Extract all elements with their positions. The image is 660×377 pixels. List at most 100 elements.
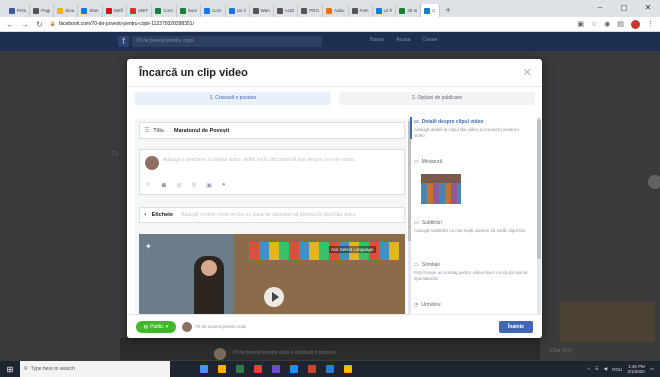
feeling-icon[interactable]: ◎: [177, 182, 182, 189]
taskbar-app-icon[interactable]: [236, 365, 244, 373]
taskbar-app-icon[interactable]: [326, 365, 334, 373]
browser-tab-bar: Prim Pagi Sinu Stan Netfl UNIT Com Sum Com Un li W…: [0, 0, 660, 17]
taskbar-app-icon[interactable]: [344, 365, 352, 373]
location-pin-icon[interactable]: ⚲: [192, 182, 196, 189]
back-arrow-icon[interactable]: ←: [6, 20, 14, 29]
taskbar-app-icon[interactable]: [254, 365, 262, 373]
visibility-dropdown[interactable]: ◍ Public ▾: [136, 321, 176, 333]
more-icon[interactable]: ●: [222, 182, 226, 189]
tags-placeholder: Adaugă cuvinte cheie pentru a-i ajuta pe…: [181, 212, 356, 218]
window-controls: – ◻ ✕: [588, 0, 660, 17]
section-thumbnail[interactable]: ▭ Miniatură: [414, 159, 529, 165]
taskbar-search-input[interactable]: ⚲ Type here to search: [20, 361, 170, 377]
network-icon[interactable]: ☰: [595, 366, 599, 372]
next-button[interactable]: Înainte: [499, 321, 533, 333]
browser-tab[interactable]: Sinu: [54, 4, 79, 17]
tags-field[interactable]: ◐ Etichete Adaugă cuvinte cheie pentru a…: [139, 207, 405, 223]
floating-action-button[interactable]: [648, 175, 660, 189]
extension-icon[interactable]: ◉: [604, 20, 610, 28]
windows-start-icon[interactable]: ⊞: [0, 365, 20, 374]
new-tab-button[interactable]: +: [440, 4, 457, 17]
browser-tab[interactable]: Sum: [177, 4, 202, 17]
browser-tab[interactable]: Com: [152, 4, 177, 17]
favicon-icon: [204, 7, 211, 14]
step-create-post[interactable]: 1. Creează o postare: [135, 92, 331, 105]
extension-icon[interactable]: ▤: [617, 20, 624, 28]
reload-icon[interactable]: ↻: [36, 20, 43, 29]
emoji-icon[interactable]: ☺: [145, 182, 151, 189]
forward-arrow-icon[interactable]: →: [21, 20, 29, 29]
taskbar-app-icon[interactable]: [200, 365, 208, 373]
close-window-button[interactable]: ✕: [636, 0, 660, 17]
browser-tab[interactable]: Wan: [250, 4, 274, 17]
video-preview[interactable]: ✦ Acti Select Language: [139, 234, 405, 315]
browser-tab-label: Netfl: [113, 8, 123, 13]
browser-tab[interactable]: UNIT: [127, 4, 153, 17]
minimize-button[interactable]: –: [588, 0, 612, 17]
step-publish-options[interactable]: 2. Opțiuni de publicare: [339, 92, 535, 105]
section-video-details[interactable]: ▭ Detalii despre clipul video Adaugă det…: [414, 119, 529, 139]
browser-tab[interactable]: Lit fr: [373, 4, 397, 17]
browser-tab[interactable]: C: [421, 4, 440, 17]
browser-tab-label: 25 In: [407, 8, 418, 13]
active-section-indicator: [410, 117, 412, 139]
browser-menu-icon[interactable]: ⋮: [647, 20, 654, 28]
magic-wand-icon[interactable]: ✦: [145, 242, 152, 251]
browser-tab[interactable]: Netfl: [103, 4, 127, 17]
maximize-button[interactable]: ◻: [612, 0, 636, 17]
url-field[interactable]: 🔒 facebook.com/70-de-povesti-pentru-copi…: [50, 19, 571, 30]
section-title: ▭ Detalii despre clipul video: [414, 119, 529, 125]
language-indicator[interactable]: ROU: [612, 367, 622, 372]
facebook-search-input[interactable]: 70 de povesti pentru copii: [132, 36, 322, 47]
taskbar-app-icon[interactable]: [218, 365, 226, 373]
favicon-icon: [105, 7, 112, 14]
section-title-text: Urmărire: [421, 302, 441, 308]
title-field[interactable]: ☰ Titlu Maratonul de Povești: [139, 122, 405, 139]
poll-icon: ▭: [414, 262, 419, 268]
notifications-icon[interactable]: ▭: [650, 366, 654, 372]
taskbar-app-icon[interactable]: [272, 365, 280, 373]
section-subtitles[interactable]: ▭ Subtitrări Adaugă subtitrări ca mai mu…: [414, 220, 529, 234]
taskbar-clock[interactable]: 1:46 PM 3/1/2020: [627, 364, 645, 374]
profile-avatar[interactable]: [631, 19, 640, 29]
section-polls[interactable]: ▭ Sondaje Poți începe un sondaj pentru v…: [414, 262, 529, 282]
favicon-icon: [424, 7, 431, 14]
browser-tab[interactable]: Stan: [78, 4, 103, 17]
browser-tab[interactable]: Adau: [323, 4, 349, 17]
section-desc: Adaugă subtitrări ca mai mulți oameni să…: [414, 228, 526, 233]
browser-tab[interactable]: AUD: [274, 4, 299, 17]
nav-profile[interactable]: Barjun: [370, 37, 384, 43]
description-field[interactable]: Adaugă o descriere a clipului video, ast…: [139, 149, 405, 195]
browser-tab[interactable]: Fam: [349, 4, 373, 17]
modal-header: Încarcă un clip video ✕: [127, 59, 542, 87]
browser-tab[interactable]: PRO: [298, 4, 323, 17]
browser-tab[interactable]: Prim: [6, 4, 31, 17]
form-scrollbar-thumb[interactable]: [408, 121, 411, 241]
sections-scrollbar-thumb[interactable]: [537, 119, 541, 259]
play-icon[interactable]: [264, 287, 284, 307]
nav-create[interactable]: Creare: [422, 37, 437, 43]
favicon-icon: [351, 7, 358, 14]
browser-tab[interactable]: Un li: [226, 4, 250, 17]
bookmark-star-icon[interactable]: ☆: [591, 20, 597, 28]
favicon-icon: [326, 7, 332, 14]
taskbar-app-icon[interactable]: [308, 365, 316, 373]
browser-tab-label: Sum: [187, 8, 198, 13]
section-title: ▭ Sondaje: [414, 262, 529, 268]
nav-home[interactable]: Acasa: [396, 37, 410, 43]
section-tracking[interactable]: ◷ Urmărire: [414, 302, 529, 308]
chevron-up-icon[interactable]: ^: [588, 367, 590, 372]
browser-tab[interactable]: 25 In: [396, 4, 422, 17]
chat-label[interactable]: Chat (0/0): [550, 348, 650, 358]
close-icon[interactable]: ✕: [523, 66, 532, 79]
thumbnail-preview-detail: [421, 183, 461, 204]
volume-icon[interactable]: ◀: [604, 366, 607, 372]
camera-icon[interactable]: ▣: [206, 182, 212, 189]
browser-tab[interactable]: Pagi: [30, 4, 55, 17]
extension-icon[interactable]: ▣: [577, 20, 584, 28]
section-title: ▭ Miniatură: [414, 159, 529, 165]
taskbar-app-icon[interactable]: [290, 365, 298, 373]
video-bunting: [249, 242, 399, 260]
tag-people-icon[interactable]: ☗: [161, 182, 166, 189]
browser-tab[interactable]: Com: [201, 4, 226, 17]
